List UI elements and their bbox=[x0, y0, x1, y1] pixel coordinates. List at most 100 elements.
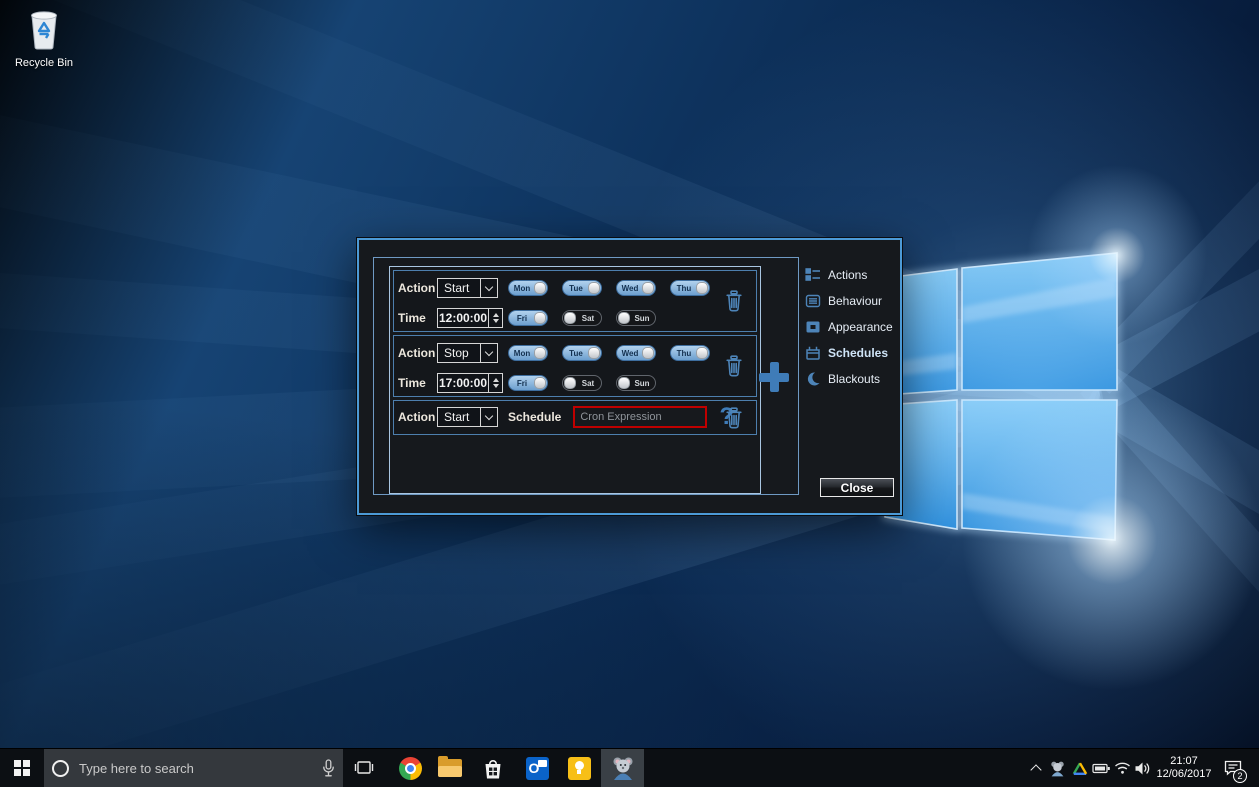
toggle-knob bbox=[618, 377, 630, 389]
trash-icon bbox=[724, 407, 744, 429]
schedule-list: Action Start Mon Tue Wed Thu bbox=[389, 266, 761, 494]
toggle-knob bbox=[564, 377, 576, 389]
behaviour-icon bbox=[805, 293, 821, 309]
action-select[interactable]: Stop bbox=[437, 343, 498, 363]
start-button[interactable] bbox=[0, 749, 44, 787]
plus-icon bbox=[770, 362, 779, 392]
sidebar-item-appearance[interactable]: Appearance bbox=[805, 314, 895, 340]
toggle-knob bbox=[534, 282, 546, 294]
action-select[interactable]: Start bbox=[437, 278, 498, 298]
sidebar-item-behaviour[interactable]: Behaviour bbox=[805, 288, 895, 314]
recycle-bin-icon bbox=[26, 8, 62, 50]
scheduler-window: Action Start Mon Tue Wed Thu bbox=[357, 238, 902, 515]
taskbar-search[interactable] bbox=[44, 749, 343, 787]
day-toggle-fri[interactable]: Fri bbox=[508, 375, 548, 391]
action-select[interactable]: Start bbox=[437, 407, 498, 427]
sidebar-item-blackouts[interactable]: Blackouts bbox=[805, 366, 895, 392]
toggle-knob bbox=[588, 282, 600, 294]
taskbar-app-outlook[interactable]: O bbox=[524, 749, 550, 787]
battery-icon bbox=[1092, 763, 1111, 774]
tray-volume-icon[interactable] bbox=[1133, 749, 1151, 787]
time-up-button[interactable] bbox=[493, 378, 499, 382]
toggle-knob bbox=[696, 282, 708, 294]
settings-sidebar: Actions Behaviour Appear bbox=[805, 262, 895, 392]
chevron-down-icon[interactable] bbox=[480, 408, 497, 426]
add-schedule-button[interactable] bbox=[759, 361, 789, 393]
trash-icon bbox=[724, 290, 744, 312]
day-toggle-sun[interactable]: Sun bbox=[616, 310, 656, 326]
search-input[interactable] bbox=[77, 760, 322, 777]
day-toggle-tue[interactable]: Tue bbox=[562, 280, 602, 296]
tray-google-drive-icon[interactable] bbox=[1071, 749, 1089, 787]
time-input[interactable]: 12:00:00 bbox=[437, 308, 503, 328]
tray-wifi-icon[interactable] bbox=[1113, 749, 1131, 787]
cron-expression-input[interactable] bbox=[573, 406, 707, 428]
move-mouse-icon bbox=[610, 755, 636, 781]
clock-time: 21:07 bbox=[1170, 755, 1198, 768]
microphone-icon[interactable] bbox=[322, 759, 335, 778]
outlook-icon: O bbox=[526, 757, 549, 780]
clock-date: 12/06/2017 bbox=[1156, 768, 1211, 781]
trash-icon bbox=[724, 355, 744, 377]
sidebar-item-schedules[interactable]: Schedules bbox=[805, 340, 895, 366]
toggle-knob bbox=[642, 282, 654, 294]
toggle-knob bbox=[534, 377, 546, 389]
tray-move-mouse-icon[interactable] bbox=[1048, 749, 1066, 787]
wifi-icon bbox=[1114, 761, 1131, 775]
day-toggle-wed[interactable]: Wed bbox=[616, 345, 656, 361]
tray-expand-chevron[interactable] bbox=[1028, 749, 1044, 787]
taskbar-clock[interactable]: 21:07 12/06/2017 bbox=[1155, 749, 1213, 787]
toggle-knob bbox=[588, 347, 600, 359]
taskbar-app-store[interactable] bbox=[480, 749, 506, 787]
action-center-button[interactable]: 2 bbox=[1218, 749, 1248, 787]
taskbar-app-chrome[interactable] bbox=[397, 749, 423, 787]
schedules-group: Action Start Mon Tue Wed Thu bbox=[373, 257, 799, 495]
day-toggle-sat[interactable]: Sat bbox=[562, 310, 602, 326]
tray-battery-icon[interactable] bbox=[1091, 749, 1111, 787]
desktop: Recycle Bin Action Start Mon Tue bbox=[0, 0, 1259, 787]
chevron-down-icon[interactable] bbox=[480, 344, 497, 362]
day-toggle-wed[interactable]: Wed bbox=[616, 280, 656, 296]
taskbar: O bbox=[0, 748, 1259, 787]
task-view-button[interactable] bbox=[351, 749, 377, 787]
chevron-down-icon[interactable] bbox=[480, 279, 497, 297]
chevron-up-icon bbox=[1030, 764, 1041, 775]
taskbar-app-notes[interactable] bbox=[566, 749, 592, 787]
schedule-row: Action Start Mon Tue Wed Thu bbox=[393, 270, 757, 332]
schedules-icon bbox=[805, 345, 821, 361]
day-toggle-thu[interactable]: Thu bbox=[670, 280, 710, 296]
file-explorer-icon bbox=[438, 759, 462, 777]
day-toggle-sun[interactable]: Sun bbox=[616, 375, 656, 391]
time-up-button[interactable] bbox=[493, 313, 499, 317]
action-label: Action bbox=[398, 281, 437, 295]
toggle-knob bbox=[534, 347, 546, 359]
task-view-icon bbox=[353, 759, 375, 777]
time-down-button[interactable] bbox=[493, 319, 499, 323]
action-label: Action bbox=[398, 346, 437, 360]
schedule-row: Action Start Schedule ? bbox=[393, 400, 757, 435]
delete-schedule-button[interactable] bbox=[724, 290, 744, 312]
day-toggle-mon[interactable]: Mon bbox=[508, 280, 548, 296]
delete-schedule-button[interactable] bbox=[724, 407, 744, 429]
blackouts-icon bbox=[805, 371, 821, 387]
action-label: Action bbox=[398, 410, 437, 424]
chrome-icon bbox=[399, 757, 422, 780]
day-toggle-fri[interactable]: Fri bbox=[508, 310, 548, 326]
taskbar-app-move-mouse-active[interactable] bbox=[601, 749, 644, 787]
schedule-row: Action Stop Mon Tue Wed Thu T bbox=[393, 335, 757, 397]
close-button[interactable]: Close bbox=[820, 478, 894, 497]
delete-schedule-button[interactable] bbox=[724, 355, 744, 377]
day-toggle-mon[interactable]: Mon bbox=[508, 345, 548, 361]
time-down-button[interactable] bbox=[493, 384, 499, 388]
microsoft-store-icon bbox=[482, 757, 504, 780]
day-toggle-sat[interactable]: Sat bbox=[562, 375, 602, 391]
day-toggle-thu[interactable]: Thu bbox=[670, 345, 710, 361]
google-drive-icon bbox=[1072, 761, 1088, 776]
move-mouse-icon bbox=[1049, 760, 1066, 777]
day-toggle-tue[interactable]: Tue bbox=[562, 345, 602, 361]
schedule-label: Schedule bbox=[508, 410, 561, 424]
taskbar-app-file-explorer[interactable] bbox=[437, 749, 463, 787]
time-input[interactable]: 17:00:00 bbox=[437, 373, 503, 393]
recycle-bin[interactable]: Recycle Bin bbox=[6, 8, 82, 69]
sidebar-item-actions[interactable]: Actions bbox=[805, 262, 895, 288]
